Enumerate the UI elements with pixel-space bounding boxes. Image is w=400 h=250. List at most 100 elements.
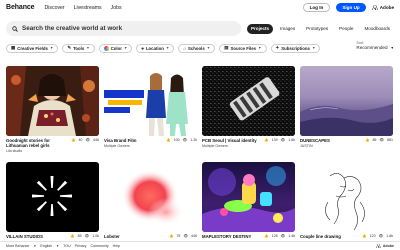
project-thumbnail[interactable]: [6, 66, 99, 136]
nav-link-jobs[interactable]: Jobs: [111, 5, 122, 11]
project-card[interactable]: Couple line drawing 👍 120 👁 1.8k: [300, 162, 393, 239]
eye-icon: 👁: [85, 138, 90, 142]
like-icon: 👍: [264, 138, 269, 142]
project-info: Couple line drawing: [300, 234, 360, 239]
project-thumbnail[interactable]: [300, 162, 393, 232]
project-stats: 👍 85 👁 881: [365, 138, 393, 142]
scope-tab-prototypes[interactable]: Prototypes: [302, 24, 332, 34]
footer-community[interactable]: Community: [90, 244, 108, 248]
filter-schools[interactable]: ⌂ Schools ▼: [178, 43, 216, 53]
login-button[interactable]: Log In: [302, 3, 331, 12]
project-thumbnail[interactable]: [300, 66, 393, 136]
project-thumbnail[interactable]: [104, 162, 197, 232]
footer-more-behance[interactable]: More Behance: [6, 244, 29, 248]
filter-label: Source Files: [230, 45, 257, 51]
photo-image: [104, 66, 197, 136]
project-owner[interactable]: Lila studio: [6, 149, 66, 153]
project-owner[interactable]: JUSTIN: [300, 144, 360, 148]
project-card[interactable]: Goodnight stories for Lithuanian rebel g…: [6, 66, 99, 153]
project-card[interactable]: PCB Seoul | Visual identity Multiple Own…: [202, 66, 295, 148]
search-box[interactable]: [6, 21, 241, 36]
filter-label: Creative Fields: [17, 45, 48, 51]
filter-tools[interactable]: ✎ Tools ▼: [62, 43, 95, 53]
project-title[interactable]: Lobster: [104, 234, 164, 239]
filter-subscriptions[interactable]: ✦ Subscriptions ▼: [270, 43, 321, 53]
project-thumbnail[interactable]: [202, 66, 295, 136]
project-meta: MAPLESTORY DESTINY 👍 128 👁 1.4k: [202, 234, 295, 239]
scope-tab-projects[interactable]: Projects: [246, 23, 274, 34]
chevron-down-icon: ▼: [86, 46, 90, 50]
footer-privacy[interactable]: Privacy: [75, 244, 87, 248]
eye-icon: 👁: [183, 234, 188, 238]
project-title[interactable]: Visa Brand Film: [104, 138, 164, 143]
nav-link-discover[interactable]: Discover: [44, 5, 64, 11]
file-icon: ▤: [224, 45, 229, 50]
top-nav: Behance Discover Livestreams Jobs Log In…: [0, 0, 400, 15]
view-count: 1.0k: [92, 234, 99, 238]
footer-adobe[interactable]: Adobe: [375, 244, 394, 248]
wrench-icon: ✎: [67, 45, 72, 50]
signup-button[interactable]: Sign Up: [336, 3, 366, 12]
footer-adobe-label: Adobe: [382, 244, 394, 248]
footer-tou[interactable]: TOU: [63, 244, 71, 248]
project-title[interactable]: VILLAIN STUDIOS: [6, 234, 66, 239]
behance-logo[interactable]: Behance: [6, 4, 35, 11]
like-icon: 👍: [166, 138, 171, 142]
like-count: 128: [271, 234, 278, 238]
eye-icon: 👁: [84, 234, 90, 238]
project-meta: Couple line drawing 👍 120 👁 1.8k: [300, 234, 393, 239]
project-owner[interactable]: Multiple Owners: [202, 144, 262, 148]
project-thumbnail[interactable]: [202, 162, 295, 232]
project-card[interactable]: Lobster 👍 75 👁 446: [104, 162, 197, 239]
project-owner[interactable]: Multiple Owners: [104, 144, 164, 148]
project-card[interactable]: DUNESCAPES JUSTIN 👍 85 👁 881: [300, 66, 393, 148]
sort-value: Recommended: [356, 45, 388, 50]
filter-creative-fields[interactable]: ▦ Creative Fields ▼: [6, 43, 59, 53]
project-card[interactable]: VILLAIN STUDIOS 👍 85 👁 1.0k: [6, 162, 99, 239]
project-title[interactable]: DUNESCAPES: [300, 138, 360, 143]
filter-source-files[interactable]: ▤ Source Files ▼: [219, 43, 267, 53]
project-thumbnail[interactable]: [6, 162, 99, 232]
project-meta: Goodnight stories for Lithuanian rebel g…: [6, 138, 99, 153]
scope-tab-people[interactable]: People: [335, 24, 357, 34]
project-info: DUNESCAPES JUSTIN: [300, 138, 360, 148]
view-count: 446: [93, 138, 99, 142]
filter-label: Color: [110, 45, 122, 51]
project-stats: 👍 100 👁 1.2k: [166, 138, 197, 142]
footer-help[interactable]: Help: [113, 244, 120, 248]
filter-location[interactable]: ⌖ Location ▼: [136, 43, 175, 53]
like-count: 139: [271, 138, 278, 142]
project-info: MAPLESTORY DESTINY: [202, 234, 262, 239]
filter-label: Location: [145, 45, 164, 51]
project-title[interactable]: MAPLESTORY DESTINY: [202, 234, 262, 239]
like-icon: 👍: [364, 138, 370, 142]
footer-language[interactable]: English: [40, 244, 52, 248]
blur-gradient-image: [122, 170, 184, 226]
like-count: 120: [369, 234, 376, 238]
sort-dropdown[interactable]: Sort Recommended ▼: [356, 41, 394, 50]
project-card[interactable]: Visa Brand Film Multiple Owners 👍 100 👁 1.…: [104, 66, 197, 148]
project-meta: PCB Seoul | Visual identity Multiple Own…: [202, 138, 295, 148]
project-title[interactable]: Couple line drawing: [300, 234, 360, 239]
scope-tab-moodboards[interactable]: Moodboards: [360, 24, 394, 34]
like-count: 85: [77, 234, 82, 238]
chevron-down-icon: ▼: [206, 46, 211, 50]
like-icon: 👍: [362, 234, 367, 238]
search-icon: [12, 25, 18, 32]
like-icon: 👍: [264, 234, 269, 238]
chevron-down-icon: ▼: [123, 46, 128, 50]
view-count: 1.8k: [386, 234, 393, 238]
adobe-link[interactable]: Adobe: [371, 5, 394, 10]
project-card[interactable]: MAPLESTORY DESTINY 👍 128 👁 1.4k: [202, 162, 295, 239]
search-input[interactable]: [22, 25, 222, 32]
chevron-down-icon: ▼: [311, 46, 316, 50]
project-thumbnail[interactable]: [104, 66, 197, 136]
project-title[interactable]: Goodnight stories for Lithuanian rebel g…: [6, 138, 66, 148]
nav-link-livestreams[interactable]: Livestreams: [74, 5, 102, 11]
project-info: PCB Seoul | Visual identity Multiple Own…: [202, 138, 262, 148]
filter-color[interactable]: Color ▼: [98, 43, 133, 53]
like-icon: 👍: [70, 138, 76, 142]
project-title[interactable]: PCB Seoul | Visual identity: [202, 138, 262, 143]
landscape-image: [300, 104, 393, 136]
scope-tab-images[interactable]: Images: [276, 24, 299, 34]
